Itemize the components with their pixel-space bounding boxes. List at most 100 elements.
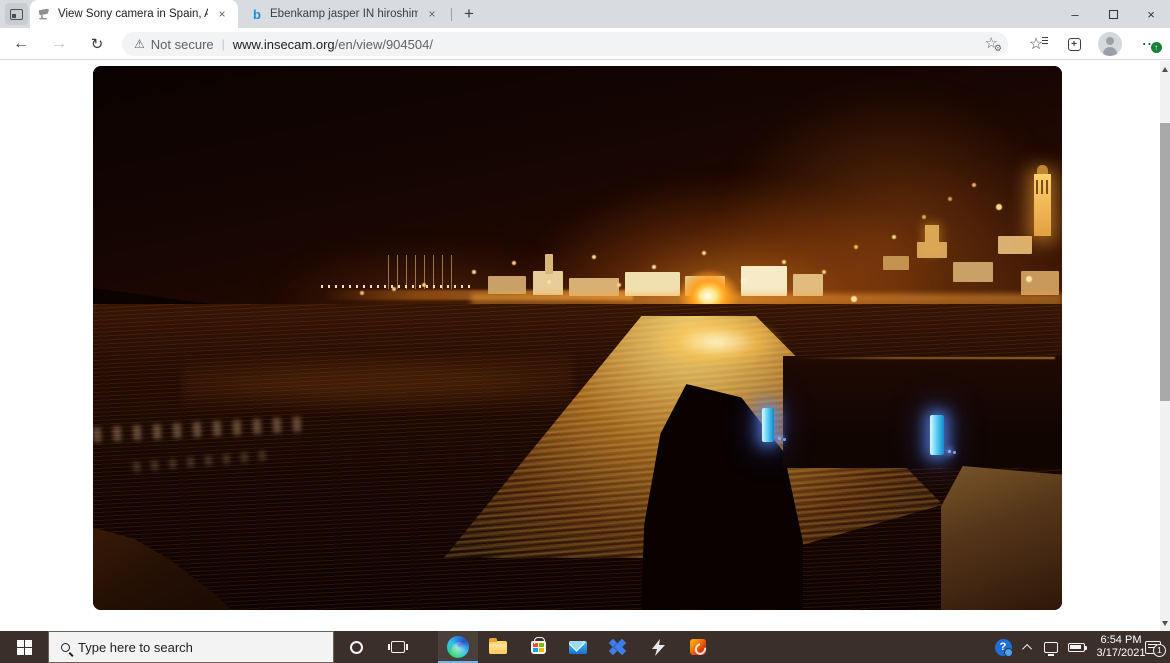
microsoft-store-button[interactable]: [518, 631, 558, 663]
chevron-up-icon: [1022, 643, 1032, 653]
file-explorer-button[interactable]: [478, 631, 518, 663]
tower-windows: [1036, 180, 1049, 194]
tab-close-button[interactable]: ×: [424, 6, 440, 22]
mail-button[interactable]: [558, 631, 598, 663]
show-hidden-icons-button[interactable]: [1018, 631, 1038, 663]
church-tower: [1034, 174, 1051, 236]
tab-close-button[interactable]: ×: [214, 6, 230, 22]
tab-separator: [451, 8, 452, 21]
address-bar[interactable]: ⚠ Not secure | www.insecam.org /en/view/…: [122, 32, 1008, 56]
flag-poles: [388, 255, 452, 289]
scroll-down-arrow[interactable]: [1162, 621, 1168, 626]
notification-icon: 1: [1145, 641, 1161, 654]
string-lights: [321, 285, 473, 288]
windows-logo-icon: [17, 640, 32, 655]
tab-bar: View Sony camera in Spain, Adej × b Eben…: [0, 0, 1170, 28]
list-lines-icon: [1042, 37, 1048, 44]
screen: View Sony camera in Spain, Adej × b Eben…: [0, 0, 1170, 663]
favorites-hub-button[interactable]: ☆: [1022, 31, 1050, 57]
url-divider: |: [222, 37, 225, 51]
url-path: /en/view/904504/: [335, 37, 433, 52]
minimize-button[interactable]: –: [1056, 0, 1094, 28]
cortana-button[interactable]: [336, 631, 376, 663]
tab-actions-icon: [10, 9, 23, 20]
tab-actions-menu-button[interactable]: [5, 3, 28, 25]
building: [625, 272, 680, 296]
page-content: [0, 61, 1170, 631]
close-window-button[interactable]: ×: [1132, 0, 1170, 28]
help-tray-button[interactable]: ?: [990, 631, 1016, 663]
cyan-light-panel: [930, 415, 944, 455]
lightning-icon: [652, 639, 665, 656]
scroll-up-arrow[interactable]: [1162, 67, 1168, 72]
lightning-app-button[interactable]: [638, 631, 678, 663]
help-icon: ?: [995, 639, 1012, 656]
mid-rocks: [183, 354, 573, 416]
task-view-button[interactable]: [378, 631, 418, 663]
collections-icon: +: [1068, 38, 1081, 51]
folder-icon: [489, 641, 507, 654]
tab-title: Ebenkamp jasper IN hiroshima s: [270, 8, 418, 20]
webcam-photo: [93, 66, 1062, 610]
update-badge-icon: ↑: [1150, 41, 1163, 54]
office-icon: [690, 639, 706, 655]
back-button[interactable]: ←: [6, 29, 36, 59]
taskbar: ? 6:54 PM 3/17/2021 1: [0, 631, 1170, 663]
dropbox-icon: [609, 639, 627, 656]
action-center-button[interactable]: 1: [1138, 631, 1168, 663]
notification-count-badge: 1: [1153, 644, 1166, 657]
tab-title: View Sony camera in Spain, Adej: [58, 8, 208, 20]
cyan-light-panel: [762, 408, 774, 442]
collections-button[interactable]: +: [1060, 31, 1088, 57]
reflection-hotspot: [649, 316, 785, 368]
display-tray-button[interactable]: [1040, 631, 1062, 663]
pool-deck: [941, 466, 1062, 610]
building: [488, 276, 526, 294]
dropbox-button[interactable]: [598, 631, 638, 663]
edge-icon: [447, 636, 469, 658]
hill-building: [883, 256, 909, 270]
security-camera-icon: [38, 7, 52, 21]
building-tower: [545, 254, 553, 274]
taskbar-search[interactable]: [48, 631, 334, 663]
hill-building: [998, 236, 1032, 254]
seafront-wall: [783, 356, 1062, 468]
tab-bing-search[interactable]: b Ebenkamp jasper IN hiroshima s ×: [242, 0, 448, 28]
settings-menu-button[interactable]: ⋯ ↑: [1136, 31, 1164, 57]
new-tab-button[interactable]: +: [457, 2, 481, 26]
restore-button[interactable]: [1094, 0, 1132, 28]
hill-building: [1021, 271, 1059, 295]
display-icon: [1044, 642, 1058, 653]
refresh-button[interactable]: ↻: [82, 29, 112, 59]
lamp-core: [697, 287, 719, 305]
not-secure-label[interactable]: Not secure: [151, 37, 214, 52]
battery-icon: [1068, 643, 1085, 652]
bing-icon: b: [250, 7, 264, 21]
scrollbar-thumb[interactable]: [1160, 123, 1170, 401]
not-secure-warning-icon: ⚠: [134, 37, 145, 51]
building: [741, 266, 787, 296]
battery-tray-button[interactable]: [1064, 631, 1088, 663]
edge-taskbar-button[interactable]: [438, 631, 478, 663]
hill-building: [953, 262, 993, 282]
add-favorite-button[interactable]: ☆ ⚙: [985, 34, 998, 52]
forward-button[interactable]: →: [44, 29, 74, 59]
clock-time: 6:54 PM: [1101, 634, 1142, 647]
restore-icon: [1109, 10, 1118, 19]
street-lights: [93, 66, 95, 68]
task-view-icon: [391, 641, 405, 653]
cortana-icon: [350, 641, 363, 654]
building: [533, 271, 563, 295]
search-icon: [61, 643, 70, 652]
wall-edge-light: [793, 357, 1055, 359]
browser-toolbar: ← → ↻ ⚠ Not secure | www.insecam.org /en…: [0, 28, 1170, 60]
search-input[interactable]: [78, 640, 298, 655]
url-domain: www.insecam.org: [233, 37, 335, 52]
scrollbar[interactable]: [1160, 61, 1170, 631]
tab-webcam[interactable]: View Sony camera in Spain, Adej ×: [30, 0, 238, 28]
building: [793, 274, 823, 296]
office-button[interactable]: [678, 631, 718, 663]
bell-tower: [925, 225, 939, 253]
profile-avatar[interactable]: [1098, 32, 1122, 56]
start-button[interactable]: [0, 631, 48, 663]
